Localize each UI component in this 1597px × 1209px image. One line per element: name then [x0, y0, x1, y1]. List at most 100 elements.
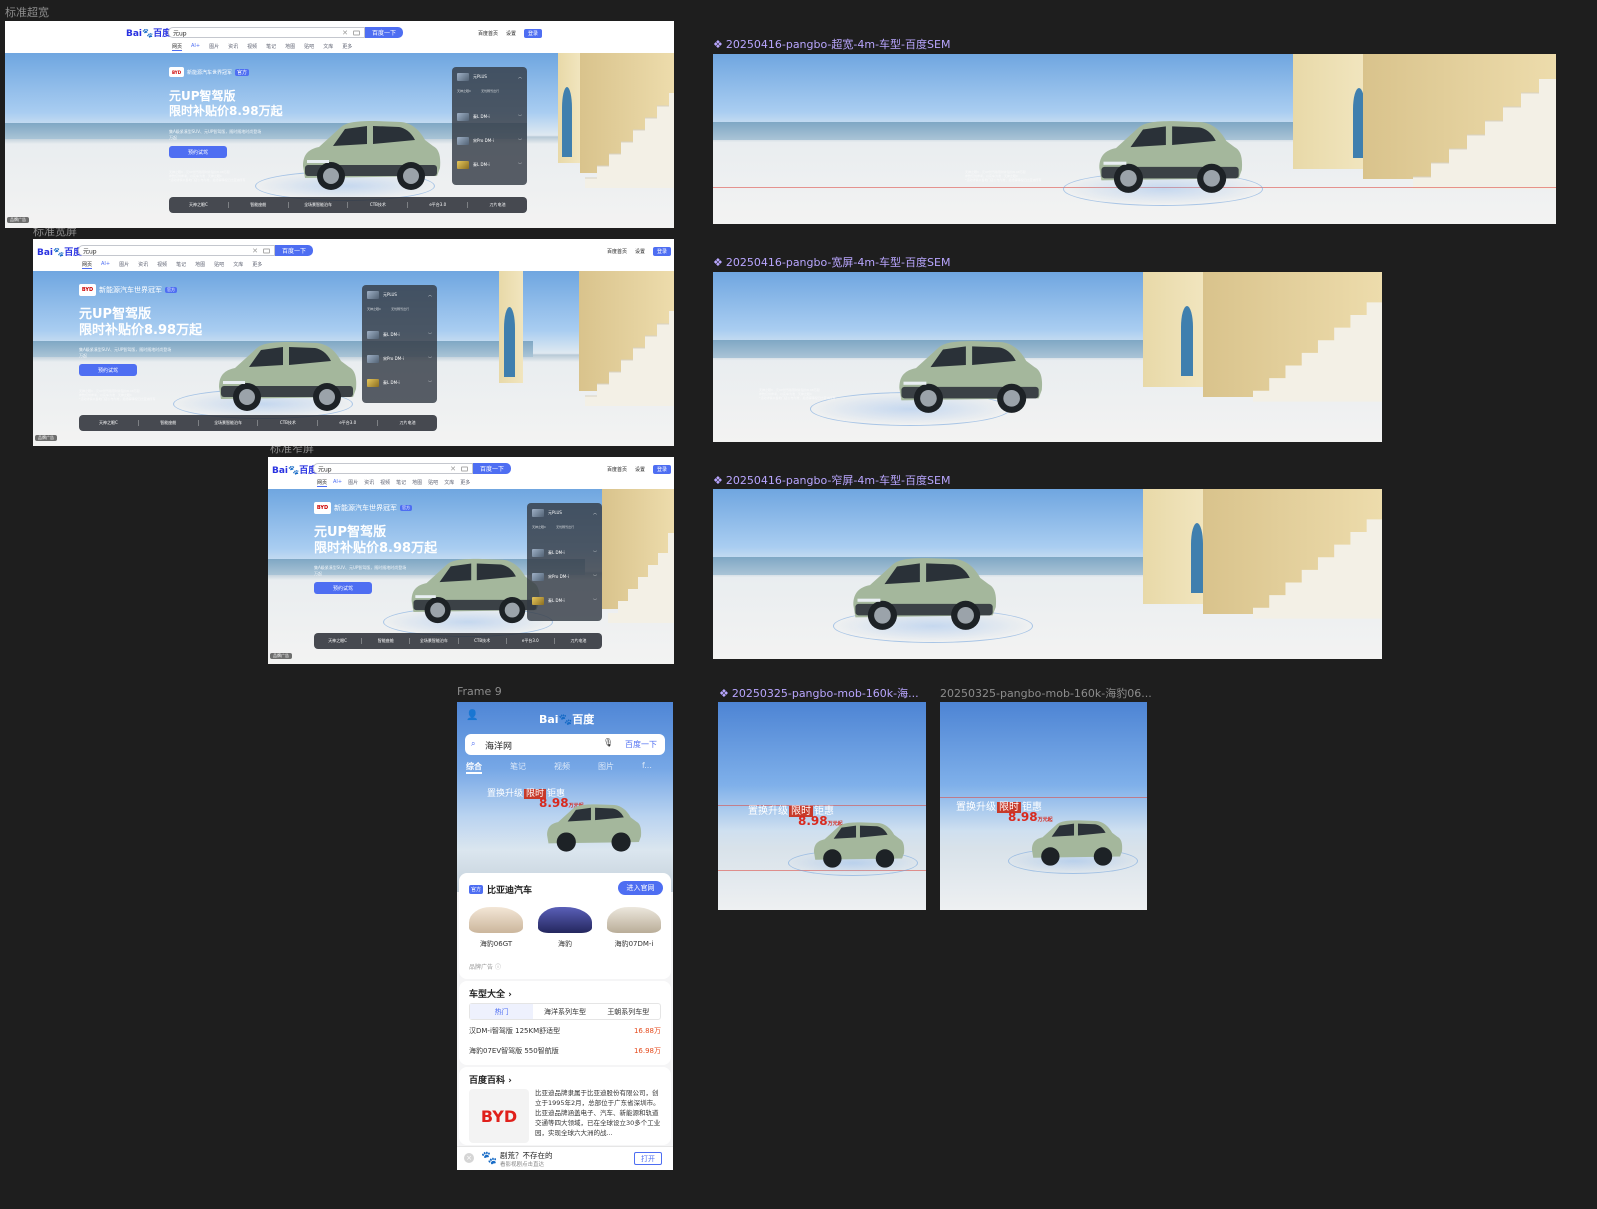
baike-summary[interactable]: 比亚迪品牌隶属于比亚迪股份有限公司，创立于1995年2月，总部位于广东省深圳市。…: [535, 1088, 663, 1142]
section-title[interactable]: 车型大全 ›: [469, 987, 512, 1000]
tab-wenku[interactable]: 文库: [233, 261, 243, 269]
test-drive-button[interactable]: 预约试驾: [79, 364, 137, 376]
model-item[interactable]: 元PLUS ︿: [367, 291, 432, 299]
tab-wenku[interactable]: 文库: [323, 43, 333, 51]
component-label-mob1[interactable]: ❖ 20250325-pangbo-mob-160k-海...: [719, 685, 919, 701]
frame-label-ultrawide[interactable]: 标准超宽: [5, 4, 49, 20]
component-label-ultrawide[interactable]: ❖ 20250416-pangbo-超宽-4m-车型-百度SEM: [713, 36, 950, 52]
tab-news[interactable]: 资讯: [138, 261, 148, 269]
ad-label-badge[interactable]: 品牌广告: [270, 653, 292, 659]
search-input[interactable]: 元up ✕: [168, 27, 365, 38]
model-item[interactable]: 宋Pro DM-i ﹀: [457, 137, 522, 145]
segment-dynasty[interactable]: 王朝系列车型: [597, 1007, 660, 1017]
close-icon[interactable]: ×: [464, 1153, 474, 1163]
test-drive-button[interactable]: 预约试驾: [314, 582, 372, 594]
ad-brand[interactable]: BYD 新能源汽车世界冠军 官方: [314, 502, 412, 514]
tab-all[interactable]: 综合: [466, 761, 482, 774]
feature-link[interactable]: 刀片电池: [378, 420, 437, 426]
frame-label-frame9[interactable]: Frame 9: [457, 685, 502, 698]
tab-video[interactable]: 视频: [247, 43, 257, 51]
tab-map[interactable]: 地图: [285, 43, 295, 51]
tab-images[interactable]: 图片: [209, 43, 219, 51]
feature-link[interactable]: 天神之眼C: [169, 202, 229, 208]
tab-more[interactable]: 更多: [460, 479, 470, 487]
feature-link[interactable]: 智能座舱: [229, 202, 289, 208]
tab-web[interactable]: 网页: [317, 479, 328, 487]
model-item[interactable]: 秦L DM-i ﹀: [457, 161, 522, 169]
tab-more[interactable]: f...: [642, 761, 652, 774]
feature-link[interactable]: 全场景智能泊车: [410, 638, 459, 644]
camera-icon[interactable]: [461, 466, 468, 471]
tab-web[interactable]: 网页: [82, 261, 93, 269]
ad-label[interactable]: 品牌广告 ⓘ: [469, 962, 501, 971]
tab-map[interactable]: 地图: [412, 479, 422, 487]
feature-link[interactable]: 天神之眼C: [79, 420, 139, 426]
tab-images[interactable]: 图片: [598, 761, 614, 774]
camera-icon[interactable]: [353, 30, 360, 35]
tab-video[interactable]: 视频: [157, 261, 167, 269]
feature-link[interactable]: 天神之眼C: [314, 638, 363, 644]
search-input[interactable]: 元up ✕: [313, 463, 473, 474]
baidu-logo[interactable]: Bai🐾百度: [539, 711, 594, 727]
feature-link[interactable]: 刀片电池: [468, 202, 527, 208]
camera-icon[interactable]: [263, 248, 270, 253]
brand-ad-hero[interactable]: BYD 新能源汽车世界冠军 官方 元UP智驾版 限时补贴价8.98万起 集A级紧凑…: [268, 489, 674, 664]
tab-images[interactable]: 图片: [119, 261, 129, 269]
model-item[interactable]: 秦L DM-i ﹀: [457, 113, 522, 121]
tab-news[interactable]: 资讯: [364, 479, 374, 487]
tab-notes[interactable]: 笔记: [176, 261, 186, 269]
search-button[interactable]: 百度一下: [365, 27, 403, 38]
banner-preview-ultrawide[interactable]: 天神之眼C · 元UP智驾版限时补贴价8.98万起 参数仅供参考，以实车为准 · …: [713, 54, 1556, 224]
ad-label-badge[interactable]: 品牌广告: [7, 217, 29, 223]
tab-more[interactable]: 更多: [342, 43, 352, 51]
ad-brand[interactable]: BYD 新能源汽车世界冠军 官方: [79, 284, 177, 296]
visit-site-button[interactable]: 进入官网: [618, 881, 663, 895]
login-button[interactable]: 登录: [524, 29, 543, 38]
component-label-narrow[interactable]: ❖ 20250416-pangbo-窄屏-4m-车型-百度SEM: [713, 472, 950, 488]
link-home[interactable]: 百度首页: [478, 30, 498, 37]
ad-title[interactable]: 元UP智驾版 限时补贴价8.98万起: [169, 89, 283, 119]
baidu-logo[interactable]: Bai🐾百度: [272, 463, 317, 476]
brand-header[interactable]: 官方 比亚迪汽车: [469, 883, 532, 896]
open-app-button[interactable]: 打开: [634, 1152, 662, 1165]
user-icon[interactable]: 👤: [466, 710, 478, 721]
feature-link[interactable]: 全场景智能泊车: [199, 420, 259, 426]
ad-label-badge[interactable]: 品牌广告: [35, 435, 57, 441]
tab-video[interactable]: 视频: [554, 761, 570, 774]
section-title[interactable]: 百度百科 ›: [469, 1073, 512, 1086]
mobile-header-hero[interactable]: 👤 Bai🐾百度 海洋网 ⌕ 🎙 百度一下 综合 笔记 视频 图片 f... 置…: [457, 702, 673, 892]
tab-ai[interactable]: AI+: [101, 261, 110, 269]
banner-preview-mobile-1[interactable]: 置换升级 限时 钜惠 8.98万元起: [718, 702, 926, 910]
baidu-logo[interactable]: Bai🐾百度: [37, 245, 82, 258]
tab-tieba[interactable]: 贴吧: [214, 261, 224, 269]
tab-tieba[interactable]: 贴吧: [304, 43, 314, 51]
baidu-logo[interactable]: Bai🐾百度: [126, 26, 171, 39]
tab-news[interactable]: 资讯: [228, 43, 238, 51]
tab-wenku[interactable]: 文库: [444, 479, 454, 487]
search-button[interactable]: 百度一下: [275, 245, 313, 256]
model-item[interactable]: 秦L DM-i ﹀: [532, 597, 597, 605]
tab-ai[interactable]: AI+: [333, 479, 342, 487]
model-item[interactable]: 宋Pro DM-i ﹀: [532, 573, 597, 581]
tab-more[interactable]: 更多: [252, 261, 262, 269]
tab-map[interactable]: 地图: [195, 261, 205, 269]
tab-notes[interactable]: 笔记: [510, 761, 526, 774]
tab-notes[interactable]: 笔记: [396, 479, 406, 487]
ad-brand[interactable]: BYD 新能源汽车世界冠军 官方: [169, 67, 250, 77]
feature-link[interactable]: CTB技术: [258, 420, 319, 426]
search-button[interactable]: 百度一下: [625, 739, 657, 750]
link-settings[interactable]: 设置: [635, 466, 645, 473]
tab-video[interactable]: 视频: [380, 479, 390, 487]
search-input[interactable]: 海洋网 ⌕ 🎙 百度一下: [465, 734, 665, 755]
search-button[interactable]: 百度一下: [473, 463, 511, 474]
search-input[interactable]: 元up ✕: [78, 245, 275, 256]
feature-link[interactable]: 刀片电池: [555, 638, 602, 644]
model-item[interactable]: 宋Pro DM-i ﹀: [367, 355, 432, 363]
segment-hot[interactable]: 热门: [470, 1004, 534, 1019]
brand-ad-hero[interactable]: BYD 新能源汽车世界冠军 官方 元UP智驾版 限时补贴价8.98万起 集A级紧凑…: [5, 53, 674, 228]
banner-preview-wide[interactable]: 天神之眼C · 元UP智驾版限时补贴价8.98万起 参数仅供参考，以实车为准 · …: [713, 272, 1382, 442]
component-label-wide[interactable]: ❖ 20250416-pangbo-宽屏-4m-车型-百度SEM: [713, 254, 950, 270]
car-model-item[interactable]: 海豹: [536, 907, 594, 949]
model-item[interactable]: 秦L DM-i ﹀: [367, 331, 432, 339]
feature-link[interactable]: e平台3.0: [507, 638, 555, 644]
